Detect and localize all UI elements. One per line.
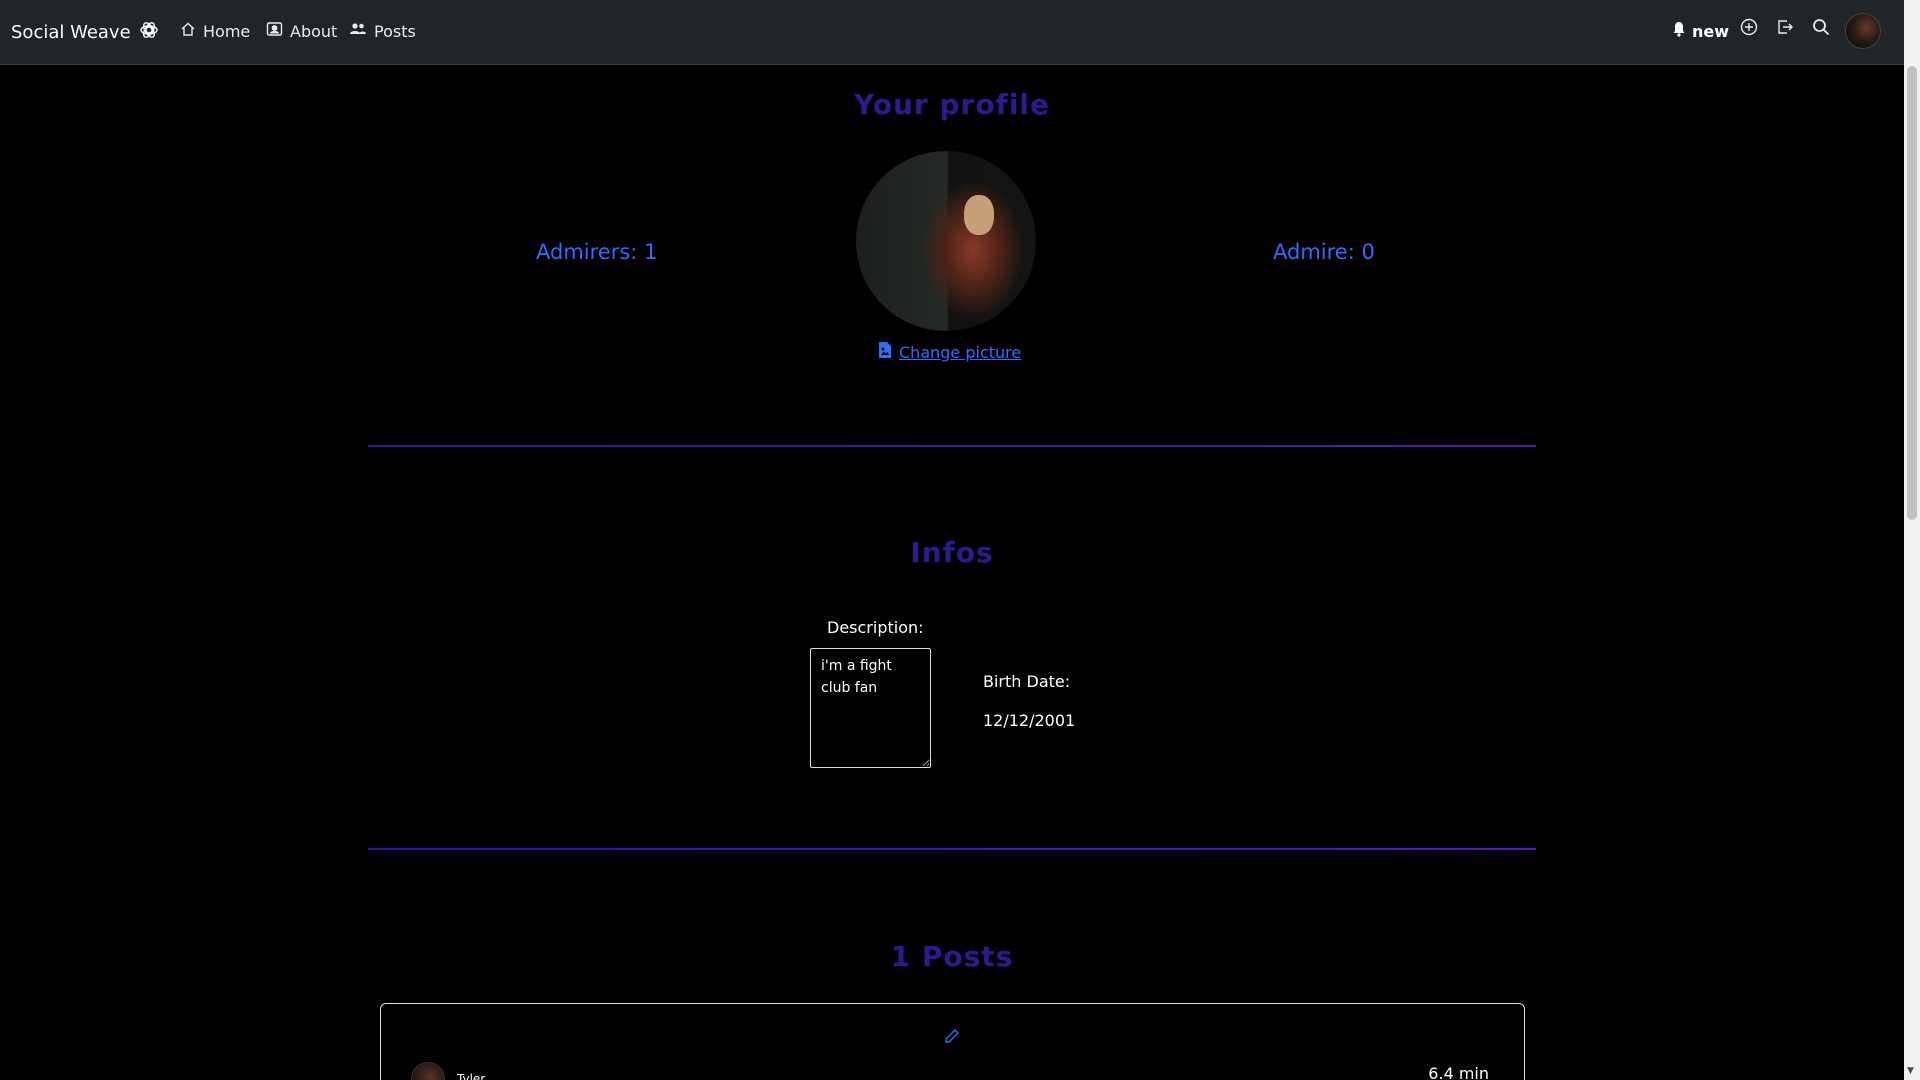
pencil-icon bbox=[944, 1029, 960, 1048]
create-post-button[interactable] bbox=[1740, 18, 1758, 40]
posts-title: 1 Posts bbox=[890, 940, 1014, 973]
profile-picture bbox=[856, 151, 1036, 331]
admire-count[interactable]: Admire: 0 bbox=[1273, 240, 1375, 264]
top-navbar: Social Weave Home About Posts new bbox=[0, 0, 1904, 65]
plus-circle-icon bbox=[1740, 18, 1758, 40]
change-picture-label: Change picture bbox=[899, 342, 1022, 362]
id-card-icon bbox=[266, 21, 283, 41]
nav-home-label: Home bbox=[203, 21, 251, 41]
brand-logo-icon bbox=[139, 20, 159, 45]
change-picture-link[interactable]: Change picture bbox=[878, 342, 1021, 362]
profile-title: Your profile bbox=[854, 88, 1050, 121]
section-divider bbox=[368, 848, 1536, 850]
edit-post-button[interactable] bbox=[944, 1028, 960, 1048]
post-author-name[interactable]: Tyler bbox=[457, 1072, 485, 1080]
infos-title: Infos bbox=[910, 536, 994, 569]
search-icon bbox=[1812, 18, 1830, 40]
description-label: Description: bbox=[827, 618, 924, 637]
logout-icon bbox=[1776, 18, 1794, 40]
scroll-down-icon[interactable]: ▼ bbox=[1907, 1066, 1914, 1076]
nav-posts[interactable]: Posts bbox=[349, 21, 416, 41]
nav-posts-label: Posts bbox=[374, 21, 416, 41]
home-icon bbox=[180, 21, 196, 41]
nav-about[interactable]: About bbox=[266, 21, 337, 41]
bell-icon bbox=[1672, 21, 1686, 41]
logout-button[interactable] bbox=[1776, 18, 1794, 40]
admirers-count[interactable]: Admirers: 1 bbox=[536, 240, 657, 264]
page: Social Weave Home About Posts new Your p… bbox=[0, 0, 1920, 1080]
brand-link[interactable]: Social Weave bbox=[11, 20, 159, 45]
page-scrollbar[interactable]: ▼ bbox=[1904, 0, 1920, 1080]
notifications-link[interactable]: new bbox=[1672, 21, 1729, 41]
birth-date-value: 12/12/2001 bbox=[983, 711, 1076, 730]
scrollbar-thumb[interactable] bbox=[1907, 66, 1917, 520]
image-file-icon bbox=[878, 342, 891, 362]
search-button[interactable] bbox=[1812, 18, 1830, 40]
user-avatar[interactable] bbox=[1845, 13, 1881, 49]
nav-about-label: About bbox=[290, 21, 338, 41]
birth-date-label: Birth Date: bbox=[983, 672, 1071, 691]
notifications-label: new bbox=[1692, 21, 1730, 41]
nav-home[interactable]: Home bbox=[180, 21, 250, 41]
post-time: 6.4 min bbox=[1428, 1064, 1489, 1080]
section-divider bbox=[368, 445, 1536, 447]
profile-face bbox=[964, 195, 994, 235]
people-icon bbox=[349, 21, 367, 41]
description-textarea[interactable]: i'm a fight club fan bbox=[810, 648, 931, 768]
brand-label: Social Weave bbox=[11, 22, 131, 43]
post-author-avatar[interactable] bbox=[411, 1062, 445, 1080]
post-card: Tyler 6.4 min bbox=[380, 1003, 1525, 1080]
